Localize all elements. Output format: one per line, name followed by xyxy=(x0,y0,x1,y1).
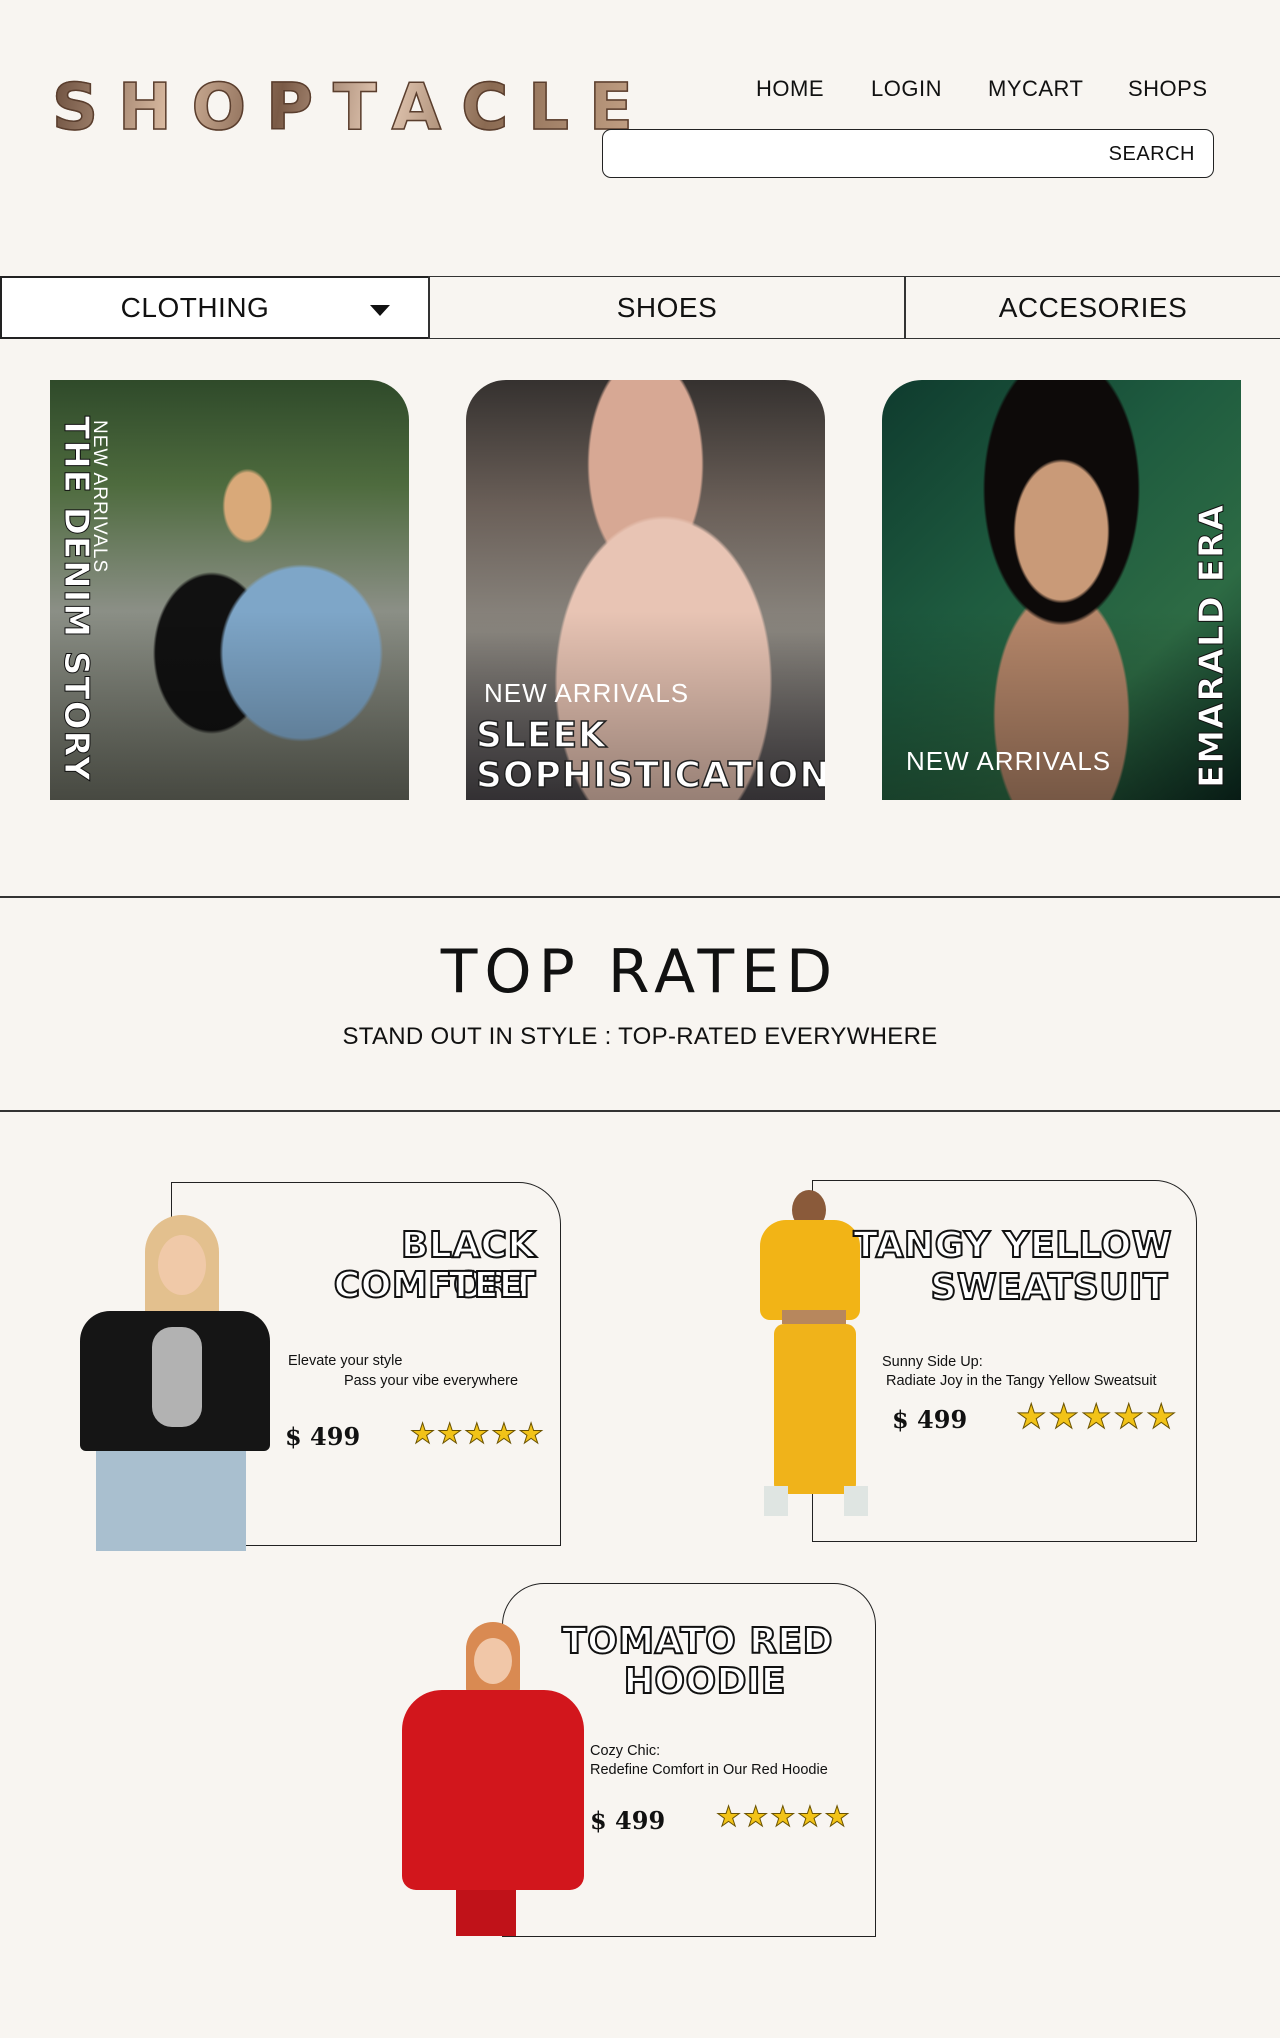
product-desc-line1: Cozy Chic: xyxy=(590,1743,661,1759)
product-desc-line2: Radiate Joy in the Tangy Yellow Sweatsui… xyxy=(886,1373,1157,1389)
product-desc-line1: Elevate your style xyxy=(288,1353,403,1369)
search-bar: SEARCH xyxy=(602,129,1214,178)
section-divider xyxy=(0,896,1280,898)
banner-sleek-sophistication[interactable]: NEW ARRIVALS SLEEK SOPHISTICATION xyxy=(466,380,825,800)
logo[interactable]: SHOPTACLE xyxy=(51,70,653,146)
star-icon: ★ xyxy=(1048,1398,1080,1436)
caret-down-icon xyxy=(370,305,390,316)
product-rating: ★ ★ ★ ★ ★ xyxy=(409,1418,544,1449)
product-name-line2: HOODIE xyxy=(623,1661,787,1703)
product-name-line2: TEE xyxy=(448,1265,525,1307)
product-price: $ 499 xyxy=(285,1422,361,1451)
category-accesories[interactable]: ACCESORIES xyxy=(906,276,1280,339)
product-name-line1: TOMATO RED xyxy=(561,1621,833,1663)
star-icon: ★ xyxy=(491,1418,517,1449)
star-icon: ★ xyxy=(824,1801,850,1832)
nav-shops[interactable]: SHOPS xyxy=(1128,76,1208,102)
search-button[interactable]: SEARCH xyxy=(1109,143,1195,166)
banner-title: EMARALD ERA xyxy=(1192,503,1233,788)
category-accesories-label: ACCESORIES xyxy=(998,291,1188,323)
banner-title-line1: SLEEK xyxy=(475,715,607,757)
banner-title: THE DENIM STORY xyxy=(56,416,97,782)
banner-tag: NEW ARRIVALS xyxy=(906,746,1112,776)
banner-image xyxy=(882,380,1241,800)
star-icon: ★ xyxy=(770,1801,796,1832)
star-icon: ★ xyxy=(409,1418,436,1449)
star-icon: ★ xyxy=(1080,1398,1112,1436)
nav-home[interactable]: HOME xyxy=(756,76,824,102)
product-desc-line2: Redefine Comfort in Our Red Hoodie xyxy=(590,1762,828,1778)
product-price: $ 499 xyxy=(892,1405,968,1434)
category-clothing-dropdown[interactable]: CLOTHING xyxy=(0,276,430,339)
star-icon: ★ xyxy=(1113,1398,1145,1436)
star-icon: ★ xyxy=(464,1418,490,1449)
category-shoes[interactable]: SHOES xyxy=(430,276,904,339)
category-clothing-label: CLOTHING xyxy=(120,291,270,323)
search-input[interactable] xyxy=(615,138,1095,168)
product-name-line1: TANGY YELLOW xyxy=(852,1225,1172,1267)
section-subtitle: STAND OUT IN STYLE : TOP-RATED EVERYWHER… xyxy=(342,1023,938,1050)
star-icon: ★ xyxy=(437,1418,463,1449)
star-icon: ★ xyxy=(797,1801,823,1832)
section-title: TOP RATED xyxy=(440,937,840,1007)
product-name-line2: SWEATSUIT xyxy=(930,1267,1169,1309)
banner-title-line2: SOPHISTICATION xyxy=(475,755,825,797)
banner-tag: NEW ARRIVALS xyxy=(484,678,690,708)
category-shoes-label: SHOES xyxy=(616,291,718,323)
product-rating: ★ ★ ★ ★ ★ xyxy=(1015,1398,1177,1436)
star-icon: ★ xyxy=(518,1418,544,1449)
banner-emarald-era[interactable]: NEW ARRIVALS EMARALD ERA xyxy=(882,380,1241,800)
nav-mycart[interactable]: MYCART xyxy=(988,76,1084,102)
product-desc-line2: Pass your vibe everywhere xyxy=(344,1373,519,1389)
product-desc-line1: Sunny Side Up: xyxy=(882,1354,983,1370)
star-icon: ★ xyxy=(743,1801,769,1832)
star-icon: ★ xyxy=(1145,1398,1177,1436)
section-divider xyxy=(0,1110,1280,1112)
product-rating: ★ ★ ★ ★ ★ xyxy=(715,1801,850,1832)
star-icon: ★ xyxy=(715,1801,742,1832)
star-icon: ★ xyxy=(1015,1398,1047,1436)
nav-login[interactable]: LOGIN xyxy=(871,76,942,102)
banner-denim-story[interactable]: NEW ARRIVALS THE DENIM STORY xyxy=(50,380,409,800)
product-price: $ 499 xyxy=(590,1806,666,1835)
